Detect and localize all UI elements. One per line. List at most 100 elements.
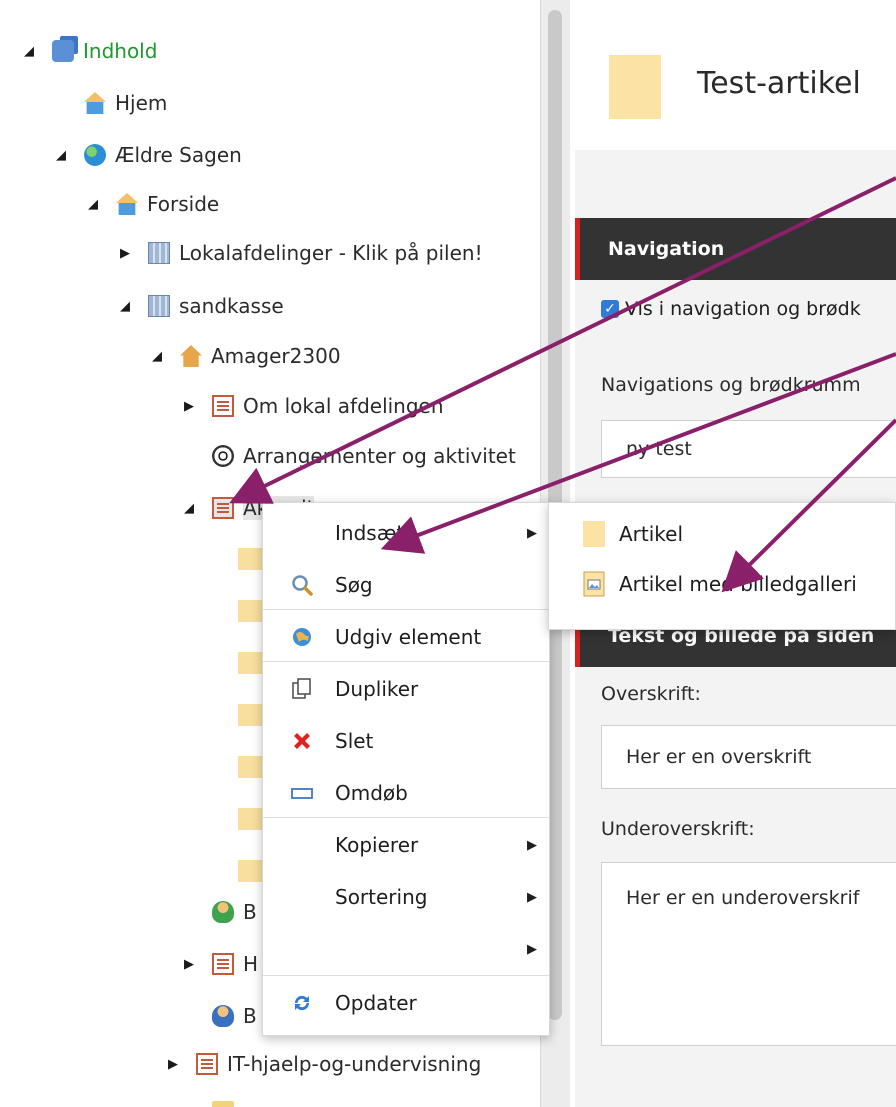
subheading-label: Underoverskrift:: [601, 818, 755, 840]
search-icon: [291, 574, 313, 596]
input-value: Her er en underoverskrif: [626, 887, 860, 909]
tree-node-amager2300[interactable]: ◢ Amager2300: [148, 336, 341, 376]
menu-item-duplicate[interactable]: Dupliker: [263, 663, 549, 715]
user-icon: [212, 901, 234, 923]
document-icon: [212, 953, 234, 975]
section-title: Navigation: [608, 238, 725, 260]
tree-label: Om lokal afdelingen: [243, 394, 444, 418]
menu-item-publish[interactable]: Udgiv element: [263, 611, 549, 663]
menu-label: Kopierer: [335, 833, 419, 857]
tree-node-it-hjaelp[interactable]: ▶ IT-hjaelp-og-undervisning: [148, 1044, 481, 1084]
expand-icon[interactable]: ▶: [116, 246, 134, 261]
tree-label: Lokalafdelinger - Klik på pilen!: [179, 241, 483, 265]
collapse-icon[interactable]: ◢: [52, 148, 70, 163]
tree-node-b2[interactable]: B: [180, 996, 257, 1036]
gallery-page-icon: [583, 571, 605, 597]
nav-title-input[interactable]: ny test: [601, 420, 896, 478]
article-page-icon: [609, 55, 661, 119]
menu-label: Opdater: [335, 991, 417, 1015]
menu-divider: [263, 609, 549, 610]
collapse-icon[interactable]: ◢: [20, 44, 38, 59]
building-icon: [148, 295, 170, 317]
heading-label: Overskrift:: [601, 683, 701, 705]
menu-item-rename[interactable]: Omdøb: [263, 767, 549, 819]
subheading-textarea[interactable]: Her er en underoverskrif: [601, 862, 896, 1046]
tree-label: sandkasse: [179, 294, 284, 318]
duplicate-icon: [291, 678, 313, 700]
tree-node-forside[interactable]: ◢ Forside: [84, 184, 219, 224]
menu-label: Dupliker: [335, 677, 419, 701]
tree-label: Amager2300: [211, 344, 341, 368]
delete-x-icon: [291, 730, 313, 752]
refresh-icon: [291, 992, 313, 1014]
tree-node-indhold[interactable]: ◢ Indhold: [20, 31, 157, 71]
insert-submenu: Artikel Artikel med billedgalleri: [548, 502, 896, 630]
menu-label: Omdøb: [335, 781, 408, 805]
menu-label: Indsæt: [335, 521, 405, 545]
document-icon: [196, 1053, 218, 1075]
menu-item-insert[interactable]: Indsæt ▶: [263, 507, 549, 559]
article-page-icon: [583, 521, 605, 547]
tree-node-lokalafdelinger[interactable]: ▶ Lokalafdelinger - Klik på pilen!: [116, 233, 483, 273]
tree-label: B: [243, 1004, 257, 1028]
submenu-item-article-gallery[interactable]: Artikel med billedgalleri: [549, 559, 896, 609]
menu-label: Slet: [335, 729, 374, 753]
expand-icon[interactable]: ▶: [180, 399, 198, 414]
collapse-icon[interactable]: ◢: [148, 349, 166, 364]
collapse-icon[interactable]: ◢: [116, 299, 134, 314]
tree-label: Hjem: [115, 91, 168, 115]
nav-title-label: Navigations og brødkrumm: [601, 374, 861, 396]
folder-icon: [212, 1101, 234, 1107]
tree-label: Indhold: [83, 39, 158, 63]
menu-divider: [263, 661, 549, 662]
heading-input[interactable]: Her er en overskrift: [601, 725, 896, 789]
home-icon: [84, 92, 106, 114]
menu-item-blank[interactable]: ▶: [263, 923, 549, 975]
menu-label: Søg: [335, 573, 373, 597]
house-icon: [180, 345, 202, 367]
rename-field-icon: [291, 782, 313, 804]
soccer-ball-icon: [212, 445, 234, 467]
building-icon: [148, 242, 170, 264]
submenu-item-article[interactable]: Artikel: [549, 509, 896, 559]
tree-node-b1[interactable]: B: [180, 892, 257, 932]
checkbox-label: Vis i navigation og brødk: [625, 298, 861, 320]
expand-icon[interactable]: ▶: [164, 1057, 182, 1072]
tree-node-arrangementer[interactable]: Arrangementer og aktivitet: [180, 436, 516, 476]
tree-label: Forside: [147, 192, 220, 216]
menu-label: Artikel med billedgalleri: [619, 572, 857, 596]
globe-icon: [84, 144, 106, 166]
tree-node-hjem[interactable]: Hjem: [52, 83, 167, 123]
tree-label: H: [243, 952, 259, 976]
menu-divider: [263, 817, 549, 818]
tree-node-aeldre-sagen[interactable]: ◢ Ældre Sagen: [52, 135, 242, 175]
checkbox-checked-icon[interactable]: ✓: [601, 300, 619, 318]
collapse-icon[interactable]: ◢: [180, 501, 198, 516]
menu-item-refresh[interactable]: Opdater: [263, 977, 549, 1029]
submenu-arrow-icon: ▶: [527, 837, 537, 853]
document-icon: [212, 395, 234, 417]
user-icon: [212, 1005, 234, 1027]
input-value: Her er en overskrift: [626, 746, 812, 768]
menu-divider: [263, 975, 549, 976]
tree-label: B: [243, 900, 257, 924]
tree-node-h1[interactable]: ▶ H: [148, 944, 258, 984]
home-icon: [116, 193, 138, 215]
section-navigation[interactable]: Navigation: [575, 218, 896, 280]
menu-item-copy[interactable]: Kopierer ▶: [263, 819, 549, 871]
nav-visibility-checkbox[interactable]: ✓ Vis i navigation og brødk: [601, 298, 861, 320]
document-icon: [212, 497, 234, 519]
submenu-arrow-icon: ▶: [527, 941, 537, 957]
menu-item-delete[interactable]: Slet: [263, 715, 549, 767]
menu-item-sort[interactable]: Sortering ▶: [263, 871, 549, 923]
tree-node-sandkasse[interactable]: ◢ sandkasse: [116, 286, 284, 326]
menu-label: Udgiv element: [335, 625, 482, 649]
tree-label: Ældre Sagen: [115, 143, 242, 167]
submenu-arrow-icon: ▶: [527, 525, 537, 541]
collapse-icon[interactable]: ◢: [84, 197, 102, 212]
expand-icon[interactable]: ▶: [180, 957, 198, 972]
menu-item-search[interactable]: Søg: [263, 559, 549, 611]
tree-label: Arrangementer og aktivitet: [243, 444, 516, 468]
menu-label: Artikel: [619, 522, 684, 546]
tree-node-om-lokal[interactable]: ▶ Om lokal afdelingen: [180, 386, 444, 426]
